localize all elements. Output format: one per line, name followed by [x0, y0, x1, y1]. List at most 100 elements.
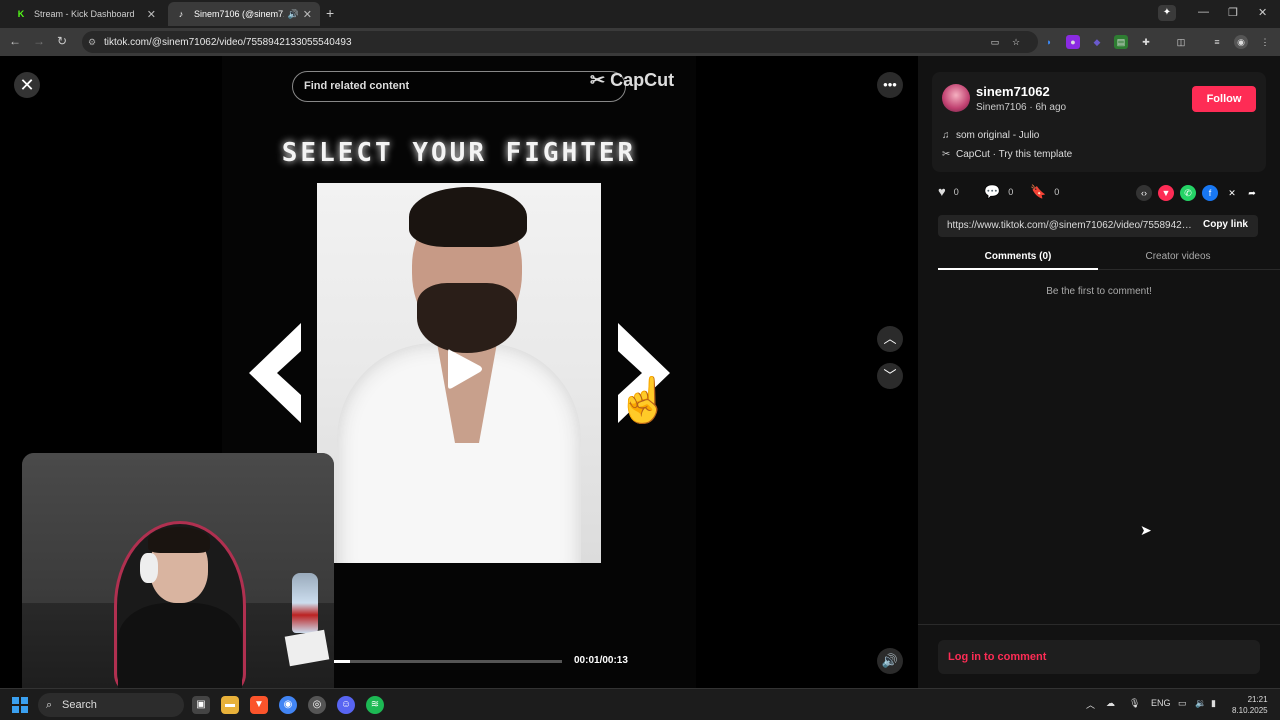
bookmark-star-icon[interactable]: ☆: [1009, 35, 1023, 49]
tab-comments[interactable]: Comments (0): [938, 251, 1098, 262]
save-count: 0: [1054, 187, 1060, 197]
comment-action[interactable]: 💬 0: [984, 184, 1013, 200]
close-tab-icon[interactable]: ✕: [147, 8, 156, 21]
clock-time: 21:21: [1247, 695, 1268, 704]
login-to-comment-button[interactable]: Log in to comment: [938, 640, 1260, 674]
tab-kick-dashboard[interactable]: K Stream - Kick Dashboard ✕: [8, 2, 164, 26]
active-tab-indicator: [938, 268, 1098, 270]
media-control-icon[interactable]: ≡: [1210, 35, 1224, 49]
microphone-icon[interactable]: 🎙: [1129, 698, 1140, 709]
video-progress-bar[interactable]: [332, 660, 562, 663]
tab-creator-videos[interactable]: Creator videos: [1098, 251, 1258, 262]
extension-icon[interactable]: ◗: [1042, 35, 1056, 49]
next-video-icon[interactable]: ﹀: [877, 363, 903, 389]
capcut-wordmark: CapCut: [610, 70, 675, 90]
tab-title: Sinem7106 (@sinem71062): [194, 9, 284, 19]
minimize-icon[interactable]: —: [1198, 6, 1209, 18]
extension-icon[interactable]: ●: [1066, 35, 1080, 49]
discord-icon[interactable]: ☺: [337, 696, 355, 714]
kick-icon: K: [17, 9, 25, 19]
tiktok-icon: ♪: [178, 9, 184, 19]
embed-icon[interactable]: ‹›: [1136, 185, 1152, 201]
cast-icon[interactable]: ▭: [988, 35, 1002, 49]
music-title: som original - Julio: [956, 130, 1040, 141]
site-info-icon[interactable]: ⚙: [88, 37, 96, 48]
tab-title: Stream - Kick Dashboard: [34, 9, 135, 19]
empty-comments-text: Be the first to comment!: [1046, 286, 1152, 297]
speaker-icon[interactable]: 🔉: [1195, 698, 1206, 709]
brave-icon[interactable]: ▼: [250, 696, 268, 714]
repost-icon[interactable]: ▼: [1158, 185, 1174, 201]
windows-start-icon[interactable]: [12, 697, 28, 713]
audio-playing-icon[interactable]: 🔊: [288, 9, 299, 20]
x-icon[interactable]: ✕: [1224, 185, 1240, 201]
mouse-cursor-icon: ➤: [1140, 522, 1152, 538]
facebook-icon[interactable]: f: [1202, 185, 1218, 201]
previous-video-icon[interactable]: ︿: [877, 326, 903, 352]
window-close-icon[interactable]: ✕: [1258, 6, 1267, 19]
whatsapp-icon[interactable]: ✆: [1180, 185, 1196, 201]
save-action[interactable]: 🔖 0: [1030, 184, 1059, 200]
side-panel-icon[interactable]: ◫: [1174, 35, 1188, 49]
taskbar-clock[interactable]: 21:21 8.10.2025: [1232, 694, 1268, 716]
video-time: 00:01/00:13: [574, 655, 628, 666]
language-indicator[interactable]: ENG: [1151, 698, 1171, 708]
extension-icon[interactable]: ◆: [1090, 35, 1104, 49]
follow-button[interactable]: Follow: [1192, 86, 1256, 112]
url-text: tiktok.com/@sinem71062/video/75589421330…: [104, 36, 352, 48]
forward-icon[interactable]: →: [33, 34, 45, 48]
find-related-search[interactable]: Find related content: [292, 71, 626, 102]
address-bar-row: ← → ↻ ⚙ tiktok.com/@sinem71062/video/755…: [0, 28, 1280, 56]
share-link-box: https://www.tiktok.com/@sinem71062/video…: [938, 215, 1258, 237]
extensions-puzzle-icon[interactable]: ✚: [1139, 35, 1153, 49]
windows-taskbar: ⌕ Search ▣ ▬ ▼ ◉ ◎ ☺ ≋ ︿ ☁ 🎙 ENG ▭ 🔉 ▮ 2…: [0, 688, 1280, 720]
menu-kebab-icon[interactable]: ⋮: [1258, 35, 1272, 49]
share-arrow-icon[interactable]: ➦: [1244, 185, 1260, 201]
onedrive-icon[interactable]: ☁: [1106, 698, 1115, 709]
author-username[interactable]: sinem71062: [976, 84, 1050, 99]
gemini-icon[interactable]: ✦: [1158, 5, 1176, 21]
video-details-panel: sinem71062 Sinem7106 · 6h ago Follow ♫ s…: [918, 56, 1280, 688]
like-action[interactable]: ♥ 0: [938, 184, 959, 199]
capcut-template-line[interactable]: ✂ CapCut · Try this template: [942, 149, 1072, 160]
network-icon[interactable]: ▭: [1178, 698, 1187, 709]
progress-fill: [332, 660, 351, 663]
close-tab-icon[interactable]: ✕: [303, 8, 312, 21]
taskbar-search[interactable]: ⌕ Search: [38, 693, 184, 717]
task-view-icon[interactable]: ▣: [192, 696, 210, 714]
copy-link-button[interactable]: Copy link: [1203, 219, 1248, 230]
back-icon[interactable]: ←: [9, 34, 21, 48]
share-link-url[interactable]: https://www.tiktok.com/@sinem71062/video…: [947, 220, 1193, 231]
video-overlay-title: SELECT YOUR FIGHTER: [281, 138, 637, 168]
file-explorer-icon[interactable]: ▬: [221, 696, 239, 714]
divider: [918, 624, 1280, 625]
comment-bubble-icon: 💬: [984, 184, 1001, 199]
clock-date: 8.10.2025: [1232, 706, 1268, 715]
music-line[interactable]: ♫ som original - Julio: [942, 130, 1039, 141]
reload-icon[interactable]: ↻: [57, 34, 67, 48]
obs-icon[interactable]: ◎: [308, 696, 326, 714]
extension-icon[interactable]: ▤: [1114, 35, 1128, 49]
chrome-icon[interactable]: ◉: [279, 696, 297, 714]
template-label: CapCut · Try this template: [956, 149, 1073, 160]
comment-count: 0: [1008, 187, 1014, 197]
avatar[interactable]: [942, 84, 970, 112]
music-note-icon: ♫: [942, 130, 950, 141]
battery-icon[interactable]: ▮: [1211, 698, 1216, 709]
spotify-icon[interactable]: ≋: [366, 696, 384, 714]
volume-icon[interactable]: 🔊: [877, 648, 903, 674]
tray-overflow-icon[interactable]: ︿: [1086, 698, 1095, 711]
profile-avatar-icon[interactable]: ◉: [1234, 35, 1248, 49]
restore-icon[interactable]: ❐: [1228, 6, 1238, 19]
play-icon[interactable]: [444, 346, 484, 392]
capcut-mark-icon: ✂: [942, 149, 951, 160]
url-field[interactable]: ⚙ tiktok.com/@sinem71062/video/755894213…: [82, 31, 1038, 53]
close-video-button[interactable]: ✕: [14, 72, 40, 98]
more-options-icon[interactable]: •••: [877, 72, 903, 98]
like-count: 0: [953, 186, 959, 197]
new-tab-button[interactable]: +: [326, 5, 334, 21]
action-row: ♥ 0 💬 0 🔖 0 ‹› ▼ ✆ f ✕ ➦: [938, 184, 1268, 204]
heart-icon: ♥: [938, 184, 946, 199]
tab-tiktok[interactable]: ♪ Sinem7106 (@sinem71062) 🔊 ✕: [168, 2, 320, 26]
pixel-hand-cursor-icon: ☝: [616, 376, 671, 425]
